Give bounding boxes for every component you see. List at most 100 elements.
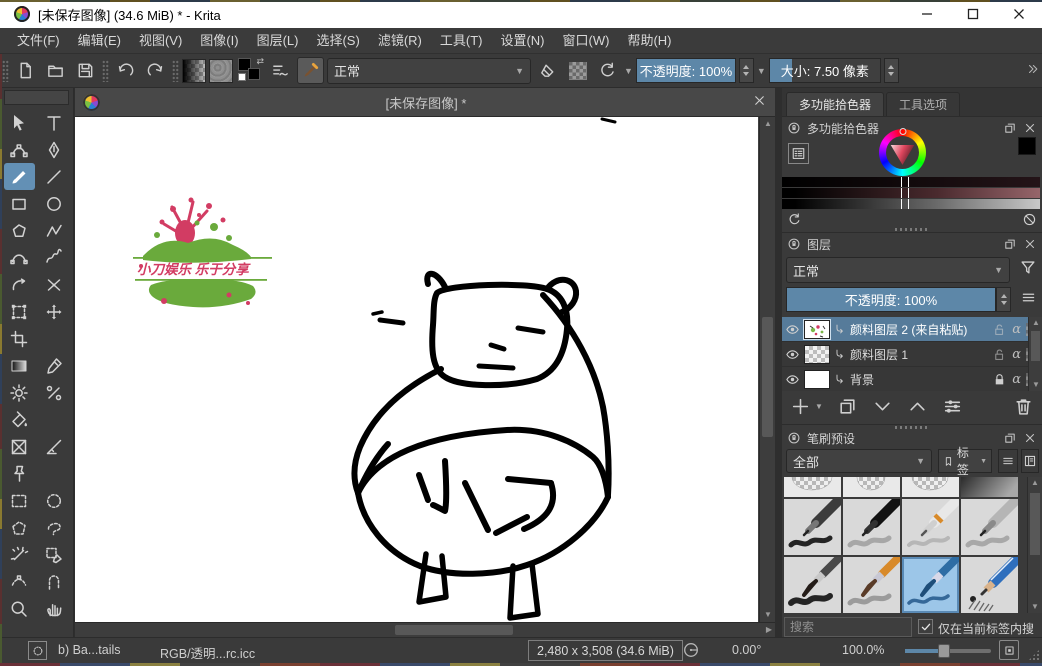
- layer-scroll-thumb[interactable]: [1031, 331, 1040, 361]
- tag-button[interactable]: 标签 ▼: [938, 449, 992, 473]
- layer-row[interactable]: 背景 α: [782, 367, 1042, 391]
- minimize-button[interactable]: [904, 0, 950, 28]
- hue-shade-bar[interactable]: [782, 188, 1040, 198]
- close-icon[interactable]: [1023, 121, 1037, 135]
- brush-scroll-thumb[interactable]: [1030, 493, 1040, 555]
- menu-item-7[interactable]: 滤镜(R): [369, 28, 431, 54]
- canvas[interactable]: 小刀娱乐 乐于分享: [75, 117, 758, 622]
- tool-zoom[interactable]: [4, 595, 35, 622]
- move-layer-down-button[interactable]: [872, 396, 893, 417]
- tool-polygon[interactable]: [4, 217, 35, 244]
- vertical-scroll-thumb[interactable]: [762, 317, 773, 437]
- lightness-bar[interactable]: [782, 199, 1040, 209]
- menu-item-11[interactable]: 帮助(H): [618, 28, 680, 54]
- close-icon[interactable]: [1023, 431, 1037, 445]
- docker-lock-icon[interactable]: [787, 431, 801, 445]
- window-resize-grip[interactable]: [1028, 649, 1040, 661]
- scroll-down-icon[interactable]: ▼: [764, 611, 772, 619]
- toolbar-grip[interactable]: [172, 60, 179, 82]
- brush-size-slider[interactable]: 大小: 7.50 像素: [769, 58, 881, 83]
- layer-visibility-eye-icon[interactable]: [785, 372, 800, 387]
- zoom-slider-handle[interactable]: [938, 644, 950, 658]
- float-docker-icon[interactable]: [1003, 237, 1017, 251]
- eraser-mode-button[interactable]: [534, 57, 561, 84]
- tool-smart-patch[interactable]: [39, 379, 70, 406]
- layer-thumbnail[interactable]: [804, 345, 830, 364]
- tool-select-shapes[interactable]: [4, 109, 35, 136]
- tool-fill[interactable]: [4, 406, 35, 433]
- tool-color-sampler[interactable]: [39, 352, 70, 379]
- brush-display-menu-button[interactable]: [998, 449, 1018, 473]
- foreground-background-colors[interactable]: ⇄: [236, 57, 264, 84]
- panel-resize-handle[interactable]: [895, 426, 929, 429]
- opacity-slider[interactable]: 不透明度: 100%: [636, 58, 736, 83]
- brush-preset-airbrush-soft[interactable]: [961, 477, 1018, 497]
- alpha-lock-icon[interactable]: α: [1012, 322, 1021, 337]
- swap-colors-icon[interactable]: ⇄: [256, 57, 264, 66]
- scroll-up-icon[interactable]: ▲: [1032, 319, 1040, 327]
- tool-edit-shapes[interactable]: [4, 136, 35, 163]
- color-selector-settings-button[interactable]: [788, 143, 809, 164]
- tool-transform[interactable]: [4, 298, 35, 325]
- pattern-swatch[interactable]: [209, 59, 233, 83]
- menu-item-2[interactable]: 编辑(E): [69, 28, 130, 54]
- brush-filter-dropdown[interactable]: 全部 ▼: [786, 449, 932, 473]
- tool-assistants[interactable]: [4, 433, 35, 460]
- subwindow-title-bar[interactable]: [未保存图像] *: [75, 88, 775, 117]
- layer-row[interactable]: 颜料图层 2 (来自粘贴) α: [782, 317, 1042, 342]
- tool-dynamic-brush[interactable]: [4, 271, 35, 298]
- layer-thumbnail[interactable]: [804, 370, 830, 389]
- tool-multibrush[interactable]: [39, 271, 70, 298]
- menu-item-3[interactable]: 视图(V): [130, 28, 191, 54]
- layer-lock-closed-icon[interactable]: [992, 372, 1007, 387]
- menu-item-9[interactable]: 设置(N): [491, 28, 553, 54]
- reload-preset-button[interactable]: [594, 57, 621, 84]
- blending-mode-dropdown[interactable]: 正常 ▼: [327, 58, 531, 84]
- tool-move[interactable]: [39, 298, 70, 325]
- menu-item-1[interactable]: 文件(F): [8, 28, 69, 54]
- layer-visibility-eye-icon[interactable]: [785, 322, 800, 337]
- opacity-spinner[interactable]: [739, 58, 754, 83]
- tool-gradient[interactable]: [4, 352, 35, 379]
- menu-item-8[interactable]: 工具(T): [431, 28, 492, 54]
- layer-name[interactable]: 颜料图层 2 (来自粘贴): [850, 321, 988, 338]
- maximize-button[interactable]: [950, 0, 996, 28]
- tool-line[interactable]: [39, 163, 70, 190]
- refresh-colors-button[interactable]: [787, 212, 802, 230]
- tool-select-freehand[interactable]: [39, 514, 70, 541]
- redo-button[interactable]: [142, 57, 169, 84]
- size-spinner[interactable]: [884, 58, 899, 83]
- close-button[interactable]: [996, 0, 1042, 28]
- menu-item-6[interactable]: 选择(S): [307, 28, 368, 54]
- chevron-down-icon[interactable]: ▼: [757, 66, 766, 76]
- brush-preset-paintbrush-orange[interactable]: [843, 557, 900, 613]
- tool-select-magnetic[interactable]: [39, 568, 70, 595]
- float-docker-icon[interactable]: [1003, 431, 1017, 445]
- canvas-horizontal-scrollbar[interactable]: ▶: [75, 622, 775, 637]
- layer-visibility-eye-icon[interactable]: [785, 347, 800, 362]
- toolbar-overflow-button[interactable]: [1026, 62, 1040, 79]
- layer-thumbnail[interactable]: [804, 320, 830, 339]
- move-layer-up-button[interactable]: [907, 396, 928, 417]
- tab-tool-options[interactable]: 工具选项: [886, 92, 960, 116]
- tool-polyline[interactable]: [39, 217, 70, 244]
- toolbar-grip[interactable]: [2, 60, 9, 82]
- tab-advanced-color-selector[interactable]: 多功能拾色器: [786, 92, 884, 116]
- layer-filter-button[interactable]: [1019, 258, 1037, 279]
- tool-pan[interactable]: [39, 595, 70, 622]
- layer-lock-open-icon[interactable]: [992, 347, 1007, 362]
- brush-preset-ink-pen-dark[interactable]: [784, 499, 841, 555]
- subwindow-close-button[interactable]: [752, 93, 767, 111]
- saturation-value-triangle[interactable]: [887, 137, 918, 168]
- brush-editor-button[interactable]: [297, 57, 324, 84]
- brush-preset-eraser-circle[interactable]: [784, 477, 841, 497]
- layer-name[interactable]: 背景: [850, 371, 988, 388]
- layer-row[interactable]: 颜料图层 1α: [782, 342, 1042, 367]
- brush-detail-view-button[interactable]: [1021, 449, 1039, 473]
- brush-grid-scrollbar[interactable]: ▲ ▼: [1027, 477, 1042, 613]
- tool-freehand-brush[interactable]: [4, 163, 35, 190]
- alpha-lock-icon[interactable]: α: [1012, 372, 1021, 387]
- default-colors-swatch[interactable]: [238, 73, 246, 81]
- toolbox-drag-handle[interactable]: [4, 90, 69, 105]
- tool-select-bezier[interactable]: [4, 568, 35, 595]
